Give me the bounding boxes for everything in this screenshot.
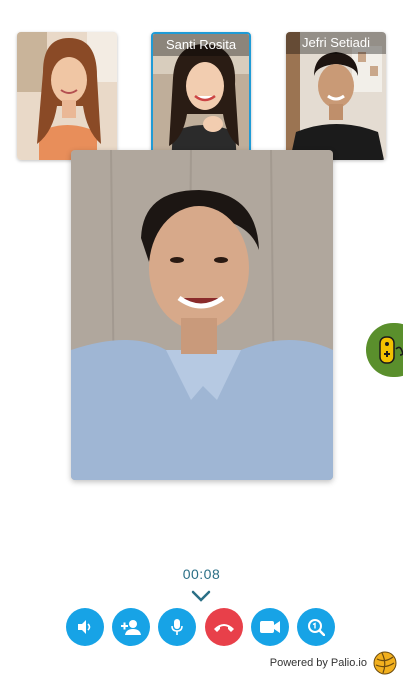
call-timer: 00:08 — [182, 566, 221, 582]
participant-thumbnail-2[interactable]: Santi Rosita — [151, 32, 251, 160]
main-video[interactable] — [71, 150, 333, 480]
end-call-icon — [214, 624, 234, 632]
zoom-button[interactable] — [297, 608, 335, 646]
palio-logo-icon — [373, 651, 397, 675]
game-controller-icon — [379, 336, 403, 364]
participant-name: Santi Rosita — [153, 34, 249, 56]
participant-name: Jefri Setiadi — [286, 32, 386, 54]
add-person-button[interactable] — [112, 608, 150, 646]
video-camera-icon — [260, 621, 280, 633]
microphone-icon — [171, 619, 183, 635]
call-controls — [66, 608, 338, 646]
chevron-down-icon[interactable] — [191, 590, 211, 602]
speaker-button[interactable] — [66, 608, 104, 646]
participant-thumbnail-1[interactable] — [17, 32, 117, 160]
powered-by-label: Powered by Palio.io — [269, 657, 367, 669]
participant-photo — [17, 32, 117, 160]
participant-thumbnail-3[interactable]: Jefri Setiadi — [286, 32, 386, 160]
end-call-button[interactable] — [205, 608, 243, 646]
powered-by: Powered by Palio.io — [270, 650, 397, 676]
main-participant-photo — [71, 150, 333, 480]
speaker-icon — [78, 620, 91, 634]
video-camera-button[interactable] — [251, 608, 289, 646]
add-person-icon — [121, 620, 141, 635]
microphone-button[interactable] — [158, 608, 196, 646]
side-floating-button[interactable] — [366, 323, 403, 377]
zoom-icon — [308, 619, 325, 636]
